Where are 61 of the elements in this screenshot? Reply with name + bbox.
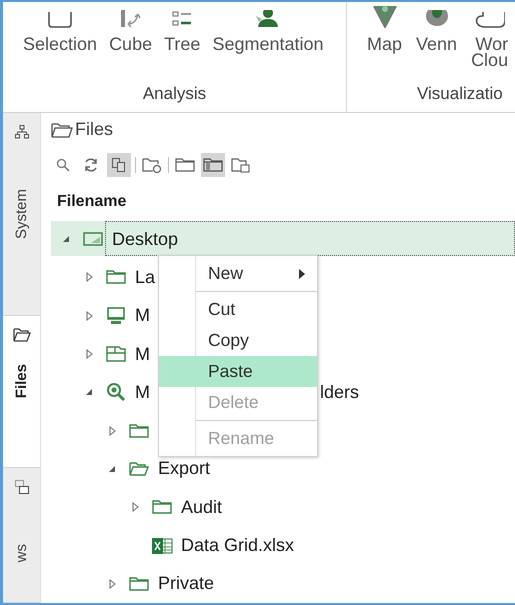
- copy-icon: [111, 157, 127, 174]
- folder-icon: [51, 122, 73, 138]
- collapsed-arrow-icon[interactable]: [86, 310, 92, 321]
- toolbar-button[interactable]: [201, 153, 225, 178]
- open-folder-icon: [129, 460, 149, 477]
- toolbar-button[interactable]: [107, 153, 131, 178]
- tree-item-label[interactable]: Export: [155, 458, 210, 480]
- expanded-arrow-icon[interactable]: [108, 464, 116, 473]
- spreadsheet-icon: [151, 536, 173, 555]
- tree-item-label[interactable]: Desktop: [109, 228, 178, 250]
- collapsed-arrow-icon[interactable]: [132, 502, 138, 512]
- folder-icon: [129, 576, 149, 592]
- collapsed-arrow-icon[interactable]: [108, 578, 116, 589]
- column-header[interactable]: Filename: [51, 184, 126, 220]
- ribbon-group-label: Visualizatio: [416, 83, 504, 104]
- folder-gear-icon: [142, 157, 162, 174]
- tree-item-label[interactable]: La: [132, 266, 156, 288]
- ribbon-button[interactable]: Map: [367, 2, 402, 82]
- ribbon-button[interactable]: Venn: [416, 2, 458, 82]
- menu-item[interactable]: Paste: [159, 356, 317, 387]
- tree-item-label[interactable]: Data Grid.xlsx: [178, 535, 294, 556]
- sidebar-tab[interactable]: System: [3, 113, 40, 316]
- tree-item-label[interactable]: M: [132, 382, 150, 403]
- folder-panel-icon: [203, 157, 223, 174]
- ribbon-button[interactable]: Selection: [23, 2, 98, 82]
- ribbon-button[interactable]: Segmentation: [212, 2, 324, 82]
- menu-item[interactable]: Cut: [159, 294, 317, 325]
- expanded-arrow-icon[interactable]: [62, 235, 70, 244]
- network-folder-icon: [106, 345, 126, 364]
- desktop-icon: [83, 231, 103, 248]
- tree-item-label[interactable]: Audit: [178, 496, 222, 518]
- panel-title: Files: [75, 119, 114, 140]
- sidebar-tab[interactable]: ws: [3, 468, 40, 603]
- tree-item-label[interactable]: Private: [155, 573, 214, 594]
- folder-icon: [106, 269, 126, 286]
- collapsed-arrow-icon[interactable]: [108, 426, 116, 436]
- expanded-arrow-icon[interactable]: [85, 388, 93, 396]
- monitor-icon: [106, 306, 126, 325]
- tree-item-label[interactable]: lders: [320, 382, 360, 403]
- menu-item[interactable]: New: [159, 258, 317, 289]
- menu-item[interactable]: Copy: [159, 325, 317, 356]
- collapsed-arrow-icon[interactable]: [86, 272, 92, 282]
- ribbon-button[interactable]: Wor Clou: [471, 2, 508, 82]
- network-icon: [14, 125, 28, 139]
- tree-item-label[interactable]: M: [132, 344, 150, 365]
- tree-item-label[interactable]: M: [132, 305, 150, 326]
- ribbon-button[interactable]: Tree: [164, 2, 200, 82]
- folder-icon: [152, 499, 172, 516]
- list-icon: [171, 10, 194, 28]
- folder-icon: [12, 328, 30, 342]
- windows-stack-icon: [14, 480, 28, 494]
- collapsed-arrow-icon[interactable]: [86, 349, 92, 360]
- ribbon-button[interactable]: Cube: [109, 2, 152, 82]
- folder-tree-icon: [231, 157, 251, 174]
- search-icon: [56, 158, 70, 172]
- map-pin-icon: [372, 6, 398, 28]
- refresh-icon: [83, 157, 99, 174]
- submenu-arrow-icon: [299, 268, 305, 278]
- ribbon-group-label: Analysis: [142, 83, 208, 104]
- folder-icon: [175, 157, 195, 174]
- search-folder-icon: [106, 382, 126, 402]
